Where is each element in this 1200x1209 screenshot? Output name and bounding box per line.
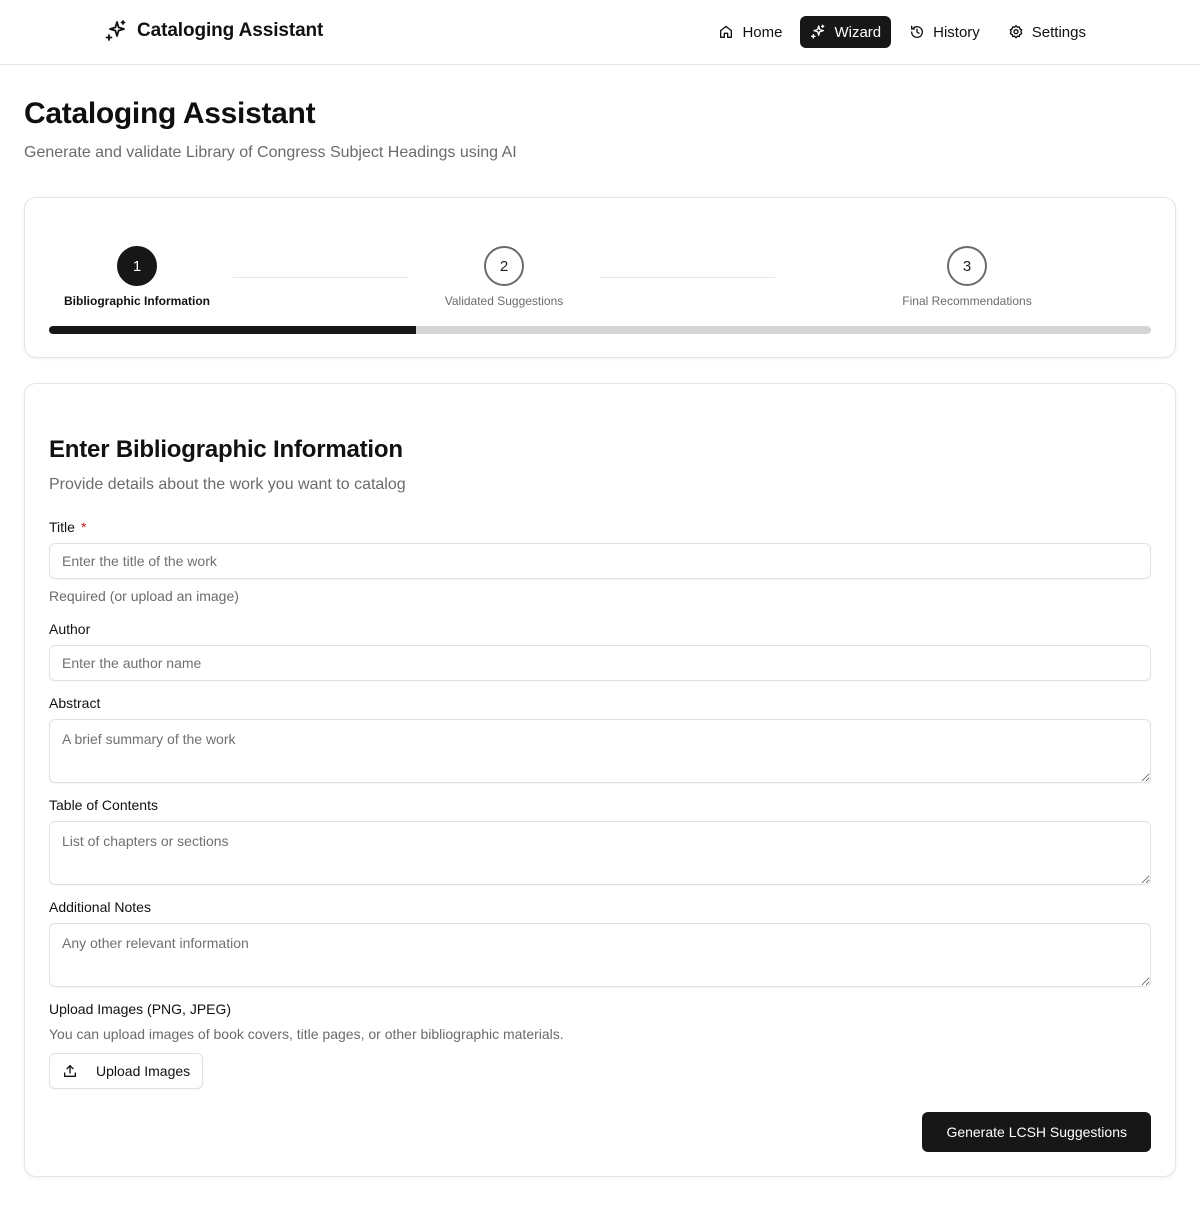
toc-label: Table of Contents (49, 797, 158, 813)
step-number: 1 (117, 246, 157, 286)
abstract-label: Abstract (49, 695, 101, 711)
nav-item-label: Settings (1031, 23, 1086, 41)
abstract-textarea[interactable] (49, 719, 1151, 783)
step-final-recommendations[interactable]: 3 Final Recommendations (857, 246, 1077, 308)
wizard-stepper: 1 Bibliographic Information 2 Validated … (24, 197, 1176, 358)
nav-item-history[interactable]: History (899, 16, 990, 48)
sparkles-icon (104, 19, 128, 43)
step-number: 3 (947, 246, 987, 286)
step-bibliographic-information[interactable]: 1 Bibliographic Information (27, 246, 247, 308)
title-label-text: Title (49, 519, 75, 535)
nav-item-label: History (933, 23, 980, 41)
app-title: Cataloging Assistant (137, 20, 324, 41)
history-icon (909, 24, 925, 40)
nav-item-home[interactable]: Home (708, 16, 792, 48)
nav-item-wizard[interactable]: Wizard (800, 16, 892, 48)
title-label: Title * (49, 519, 86, 535)
nav-item-label: Home (742, 23, 783, 41)
upload-button-label: Upload Images (96, 1063, 191, 1079)
step-number: 2 (484, 246, 524, 286)
title-helper-text: Required (or upload an image) (49, 588, 239, 604)
form-description: Provide details about the work you want … (49, 476, 406, 493)
top-nav-bar: Cataloging Assistant Home Wizard History… (0, 0, 1200, 65)
sparkles-icon (810, 24, 826, 40)
step-label: Validated Suggestions (444, 294, 564, 308)
title-input[interactable] (49, 543, 1151, 579)
gear-icon (1008, 24, 1024, 40)
step-label: Final Recommendations (902, 294, 1032, 308)
nav-item-settings[interactable]: Settings (998, 16, 1096, 48)
app-brand[interactable]: Cataloging Assistant (104, 19, 323, 43)
author-label: Author (49, 621, 91, 637)
required-marker: * (80, 519, 87, 535)
home-icon (718, 24, 734, 40)
step-validated-suggestions[interactable]: 2 Validated Suggestions (394, 246, 614, 308)
bibliographic-form: Enter Bibliographic Information Provide … (24, 383, 1176, 1177)
upload-images-button[interactable]: Upload Images (49, 1053, 204, 1089)
page-subtitle: Generate and validate Library of Congres… (24, 144, 517, 161)
notes-label: Additional Notes (49, 899, 151, 915)
upload-icon (62, 1063, 78, 1079)
toc-textarea[interactable] (49, 821, 1151, 885)
progress-fill (49, 326, 416, 334)
main-nav: Home Wizard History Settings (708, 16, 1096, 48)
form-title: Enter Bibliographic Information (49, 436, 403, 463)
nav-item-label: Wizard (834, 23, 882, 41)
progress-bar (49, 326, 1151, 334)
page-title: Cataloging Assistant (24, 97, 316, 130)
upload-label: Upload Images (PNG, JPEG) (49, 1001, 232, 1017)
step-connector (600, 277, 775, 278)
generate-suggestions-button[interactable]: Generate LCSH Suggestions (922, 1112, 1151, 1152)
step-connector (233, 277, 408, 278)
step-label: Bibliographic Information (64, 294, 210, 308)
upload-helper-text: You can upload images of book covers, ti… (49, 1026, 564, 1042)
author-input[interactable] (49, 645, 1151, 681)
notes-textarea[interactable] (49, 923, 1151, 987)
